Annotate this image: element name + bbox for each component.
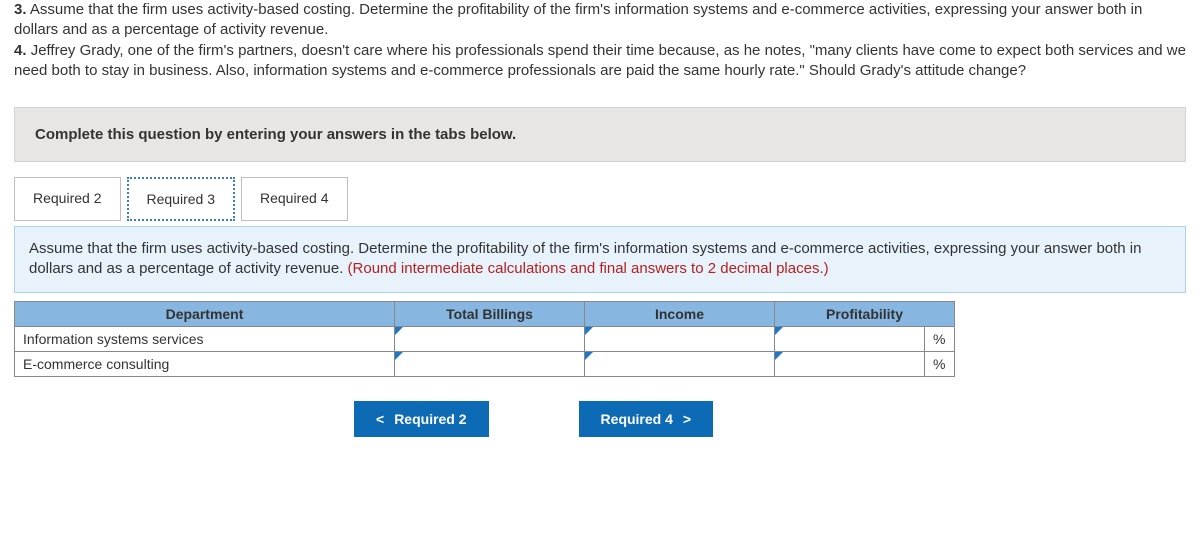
chevron-right-icon: > [683, 411, 691, 427]
table-row: E-commerce consulting % [15, 351, 955, 376]
q3-number: 3. [14, 1, 27, 18]
chevron-left-icon: < [376, 411, 384, 427]
unit-cell: % [925, 326, 955, 351]
billings-input[interactable] [395, 351, 585, 376]
unit-cell: % [925, 351, 955, 376]
profitability-input[interactable] [775, 351, 925, 376]
prev-button[interactable]: < Required 2 [354, 401, 489, 437]
tabs: Required 2 Required 3 Required 4 [14, 177, 1186, 221]
question-block: 3. Assume that the firm uses activity-ba… [14, 0, 1186, 81]
tab-required-4[interactable]: Required 4 [241, 177, 348, 221]
income-input[interactable] [585, 326, 775, 351]
tab-required-3[interactable]: Required 3 [127, 177, 236, 221]
q4-number: 4. [14, 42, 27, 59]
panel-hint: (Round intermediate calculations and fin… [348, 260, 829, 277]
header-income: Income [585, 301, 775, 326]
instruction-bar: Complete this question by entering your … [14, 107, 1186, 162]
header-billings: Total Billings [395, 301, 585, 326]
income-input[interactable] [585, 351, 775, 376]
profitability-input[interactable] [775, 326, 925, 351]
next-button[interactable]: Required 4 > [579, 401, 714, 437]
answer-table: Department Total Billings Income Profita… [14, 301, 955, 377]
q3-text: Assume that the firm uses activity-based… [14, 1, 1142, 38]
header-profitability: Profitability [775, 301, 955, 326]
header-department: Department [15, 301, 395, 326]
tab-required-2[interactable]: Required 2 [14, 177, 121, 221]
billings-input[interactable] [395, 326, 585, 351]
instruction-text: Complete this question by entering your … [35, 126, 516, 143]
next-label: Required 4 [601, 411, 673, 427]
prev-label: Required 2 [394, 411, 466, 427]
nav-buttons: < Required 2 Required 4 > [354, 401, 1186, 437]
dept-cell: Information systems services [15, 326, 395, 351]
tab-panel-required-3: Assume that the firm uses activity-based… [14, 226, 1186, 293]
q4-text: Jeffrey Grady, one of the firm's partner… [14, 42, 1186, 79]
dept-cell: E-commerce consulting [15, 351, 395, 376]
table-row: Information systems services % [15, 326, 955, 351]
